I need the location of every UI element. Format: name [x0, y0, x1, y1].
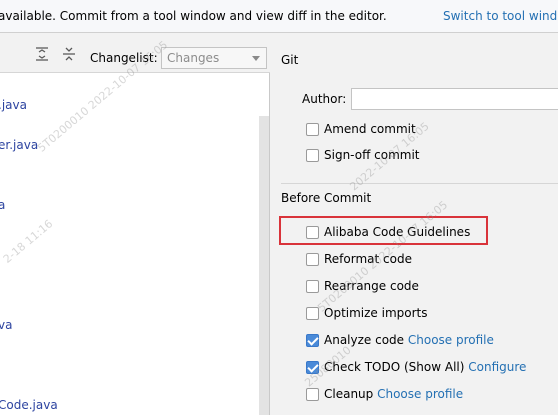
section-divider [281, 183, 558, 184]
changelist-value: Changes [167, 51, 220, 65]
alibaba-guidelines-checkbox[interactable] [306, 226, 319, 239]
vertical-scrollbar[interactable] [259, 116, 269, 415]
amend-commit-checkbox[interactable] [306, 123, 319, 136]
file-item[interactable]: a [0, 198, 5, 212]
commit-options-panel: Git Author: Amend commit Sign-off commit… [271, 34, 558, 415]
option-label: Alibaba Code Guidelines [324, 225, 471, 239]
check-todo-checkbox[interactable] [306, 361, 319, 374]
git-section-title: Git [281, 53, 299, 67]
option-label: Sign-off commit [324, 148, 420, 162]
option-label: Analyze code [324, 333, 405, 347]
changelist-label: Changelist: [90, 51, 158, 65]
configure-link[interactable]: Configure [468, 360, 526, 374]
notification-banner: available. Commit from a tool window and… [0, 0, 558, 33]
author-input[interactable] [351, 88, 558, 110]
chevron-down-icon [252, 56, 260, 61]
choose-profile-link[interactable]: Choose profile [408, 333, 494, 347]
file-item[interactable]: .java [0, 98, 27, 112]
option-label: Reformat code [324, 252, 412, 266]
option-label-group: Cleanup Choose profile [324, 387, 463, 401]
file-item[interactable]: er.java [0, 138, 38, 152]
option-label: Amend commit [324, 122, 416, 136]
before-commit-title: Before Commit [281, 191, 372, 205]
changelist-dropdown[interactable]: Changes [161, 47, 267, 69]
file-item[interactable]: Code.java [0, 398, 58, 412]
collapse-all-icon[interactable] [62, 47, 76, 61]
file-item[interactable]: va [0, 318, 12, 332]
choose-profile-link[interactable]: Choose profile [377, 387, 463, 401]
commit-window: available. Commit from a tool window and… [0, 0, 558, 415]
analyze-code-checkbox[interactable] [306, 334, 319, 347]
cleanup-checkbox[interactable] [306, 388, 319, 401]
reformat-code-checkbox[interactable] [306, 253, 319, 266]
option-label: Optimize imports [324, 306, 428, 320]
sign-off-commit-checkbox[interactable] [306, 149, 319, 162]
option-label: Check TODO (Show All) [324, 360, 465, 374]
changes-panel: Changelist: Changes .java er.java a va C… [0, 34, 270, 415]
option-label-group: Analyze code Choose profile [324, 333, 494, 347]
option-label: Rearrange code [324, 279, 419, 293]
changes-toolbar: Changelist: Changes [0, 34, 270, 73]
option-label: Cleanup [324, 387, 374, 401]
switch-to-tool-window-link[interactable]: Switch to tool wind [443, 9, 557, 23]
banner-text: available. Commit from a tool window and… [0, 9, 387, 23]
author-label: Author: [302, 92, 347, 106]
option-label-group: Check TODO (Show All) Configure [324, 360, 526, 374]
optimize-imports-checkbox[interactable] [306, 307, 319, 320]
rearrange-code-checkbox[interactable] [306, 280, 319, 293]
expand-all-icon[interactable] [35, 47, 49, 61]
